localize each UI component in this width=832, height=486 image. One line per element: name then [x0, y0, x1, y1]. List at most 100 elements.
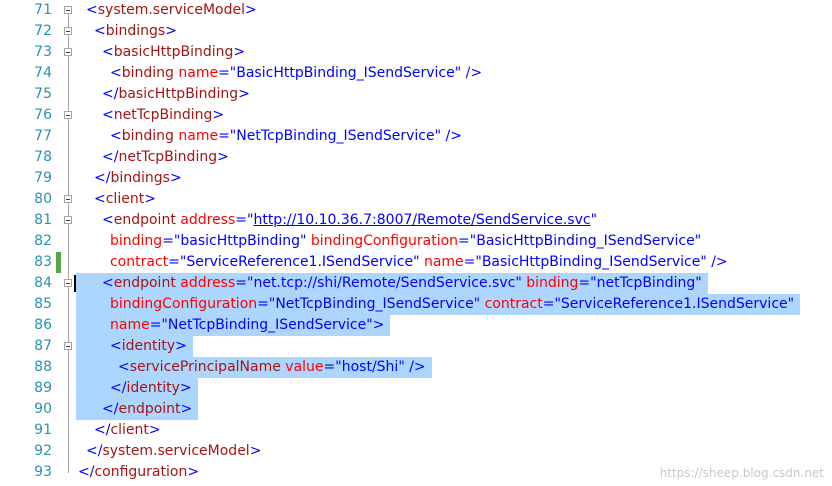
- selection-highlight: [76, 336, 110, 357]
- outline-guide: [68, 56, 69, 63]
- code-token: <: [110, 65, 122, 81]
- code-token: configuration: [94, 464, 188, 480]
- code-token: ": [694, 233, 702, 249]
- code-text[interactable]: bindingConfiguration="NetTcpBinding_ISen…: [110, 294, 801, 315]
- code-line[interactable]: 86 name="NetTcpBinding_ISendService">: [0, 315, 832, 336]
- code-token: </: [102, 149, 119, 165]
- collapse-icon[interactable]: [64, 279, 72, 287]
- outline-guide: [68, 203, 69, 210]
- code-text[interactable]: <identity>: [110, 336, 193, 357]
- code-text[interactable]: </netTcpBinding>: [102, 147, 229, 168]
- code-text[interactable]: contract="ServiceReference1.ISendService…: [110, 252, 728, 273]
- change-marker: [56, 84, 61, 105]
- code-text[interactable]: </basicHttpBinding>: [102, 84, 250, 105]
- code-text[interactable]: </system.serviceModel>: [86, 441, 261, 462]
- code-text[interactable]: <client>: [94, 189, 156, 210]
- code-text[interactable]: <servicePrincipalName value="host/Shi" /…: [118, 357, 432, 378]
- outline-guide: [68, 357, 69, 378]
- collapse-icon[interactable]: [64, 111, 72, 119]
- code-token[interactable]: http://10.10.36.7:8007/Remote/SendServic…: [253, 212, 590, 228]
- code-text[interactable]: <binding name="BasicHttpBinding_ISendSer…: [110, 63, 482, 84]
- code-text[interactable]: <bindings>: [94, 21, 177, 42]
- code-token: >: [238, 86, 250, 102]
- code-token: ServiceReference1.ISendService: [560, 296, 788, 312]
- collapse-icon[interactable]: [64, 27, 72, 35]
- code-token: </: [86, 443, 103, 459]
- code-token: name: [423, 254, 464, 270]
- change-marker: [56, 147, 61, 168]
- code-text[interactable]: <endpoint address="net.tcp://shi/Remote/…: [102, 273, 708, 294]
- code-token: binding: [526, 275, 579, 291]
- code-text[interactable]: </configuration>: [78, 462, 199, 483]
- code-line[interactable]: 82 binding="basicHttpBinding" bindingConf…: [0, 231, 832, 252]
- code-text[interactable]: <binding name="NetTcpBinding_ISendServic…: [110, 126, 462, 147]
- code-text[interactable]: binding="basicHttpBinding" bindingConfig…: [110, 231, 701, 252]
- collapse-icon[interactable]: [64, 342, 72, 350]
- collapse-icon[interactable]: [64, 195, 72, 203]
- watermark: https://sheep.blog.csdn.net: [659, 466, 824, 480]
- code-line[interactable]: 74 <binding name="BasicHttpBinding_ISendS…: [0, 63, 832, 84]
- code-line[interactable]: 81 <endpoint address="http://10.10.36.7:8…: [0, 210, 832, 231]
- code-text[interactable]: </client>: [94, 420, 161, 441]
- code-text[interactable]: <netTcpBinding>: [102, 105, 224, 126]
- code-token: basicHttpBinding: [118, 86, 239, 102]
- code-token: netTcpBinding: [113, 107, 213, 123]
- code-token: =": [463, 254, 482, 270]
- code-line[interactable]: 84 <endpoint address="net.tcp://shi/Remot…: [0, 273, 832, 294]
- code-token: basicHttpBinding: [113, 44, 234, 60]
- code-token: >: [187, 464, 200, 480]
- code-line[interactable]: 88 <servicePrincipalName value="host/Shi"…: [0, 357, 832, 378]
- code-text[interactable]: <system.serviceModel>: [86, 0, 257, 21]
- code-token: ": [590, 212, 598, 228]
- change-marker: [56, 21, 61, 42]
- line-number: 93: [34, 464, 52, 480]
- code-line[interactable]: 78 </netTcpBinding>: [0, 147, 832, 168]
- code-token: =": [168, 254, 187, 270]
- code-text[interactable]: name="NetTcpBinding_ISendService">: [110, 315, 391, 336]
- code-line[interactable]: 76 <netTcpBinding>: [0, 105, 832, 126]
- line-number: 72: [34, 23, 52, 39]
- code-line[interactable]: 79 </bindings>: [0, 168, 832, 189]
- code-line[interactable]: 75 </basicHttpBinding>: [0, 84, 832, 105]
- code-token: =": [162, 233, 181, 249]
- code-token: endpoint: [113, 212, 176, 228]
- outline-guide: [68, 147, 69, 168]
- code-line[interactable]: 73 <basicHttpBinding>: [0, 42, 832, 63]
- code-editor[interactable]: 71 <system.serviceModel> 72 <bindings> 73 <ba…: [0, 0, 832, 486]
- code-line[interactable]: 83 contract="ServiceReference1.ISendServi…: [0, 252, 832, 273]
- outline-guide: [68, 315, 69, 336]
- code-line[interactable]: 77 <binding name="NetTcpBinding_ISendServ…: [0, 126, 832, 147]
- outline-guide: [68, 378, 69, 399]
- line-number: 84: [34, 275, 52, 291]
- code-token: netTcpBinding: [118, 149, 218, 165]
- outline-guide: [68, 420, 69, 441]
- code-token: >: [165, 23, 177, 39]
- code-token: identity: [121, 338, 176, 354]
- code-text[interactable]: </identity>: [110, 378, 198, 399]
- collapse-icon[interactable]: [64, 216, 72, 224]
- code-token: bindings: [110, 170, 170, 186]
- code-text[interactable]: </endpoint>: [102, 399, 199, 420]
- collapse-icon[interactable]: [64, 48, 72, 56]
- collapse-icon[interactable]: [64, 6, 72, 14]
- code-line[interactable]: 89 </identity>: [0, 378, 832, 399]
- change-marker: [56, 168, 61, 189]
- code-line[interactable]: 71 <system.serviceModel>: [0, 0, 832, 21]
- code-text[interactable]: </bindings>: [94, 168, 182, 189]
- code-token: ": [300, 233, 311, 249]
- code-text[interactable]: <basicHttpBinding>: [102, 42, 245, 63]
- code-line[interactable]: 91 </client>: [0, 420, 832, 441]
- code-token: name: [110, 317, 150, 333]
- code-token: host/Shi: [341, 359, 399, 375]
- code-line[interactable]: 90 </endpoint>: [0, 399, 832, 420]
- change-marker: [56, 210, 61, 231]
- code-line[interactable]: 85 bindingConfiguration="NetTcpBinding_IS…: [0, 294, 832, 315]
- code-token: </: [102, 401, 119, 417]
- line-number: 90: [34, 401, 52, 417]
- change-marker: [56, 378, 61, 399]
- code-text[interactable]: <endpoint address="http://10.10.36.7:800…: [102, 210, 597, 231]
- code-line[interactable]: 87 <identity>: [0, 336, 832, 357]
- code-line[interactable]: 80 <client>: [0, 189, 832, 210]
- code-line[interactable]: 72 <bindings>: [0, 21, 832, 42]
- code-line[interactable]: 92 </system.serviceModel>: [0, 441, 832, 462]
